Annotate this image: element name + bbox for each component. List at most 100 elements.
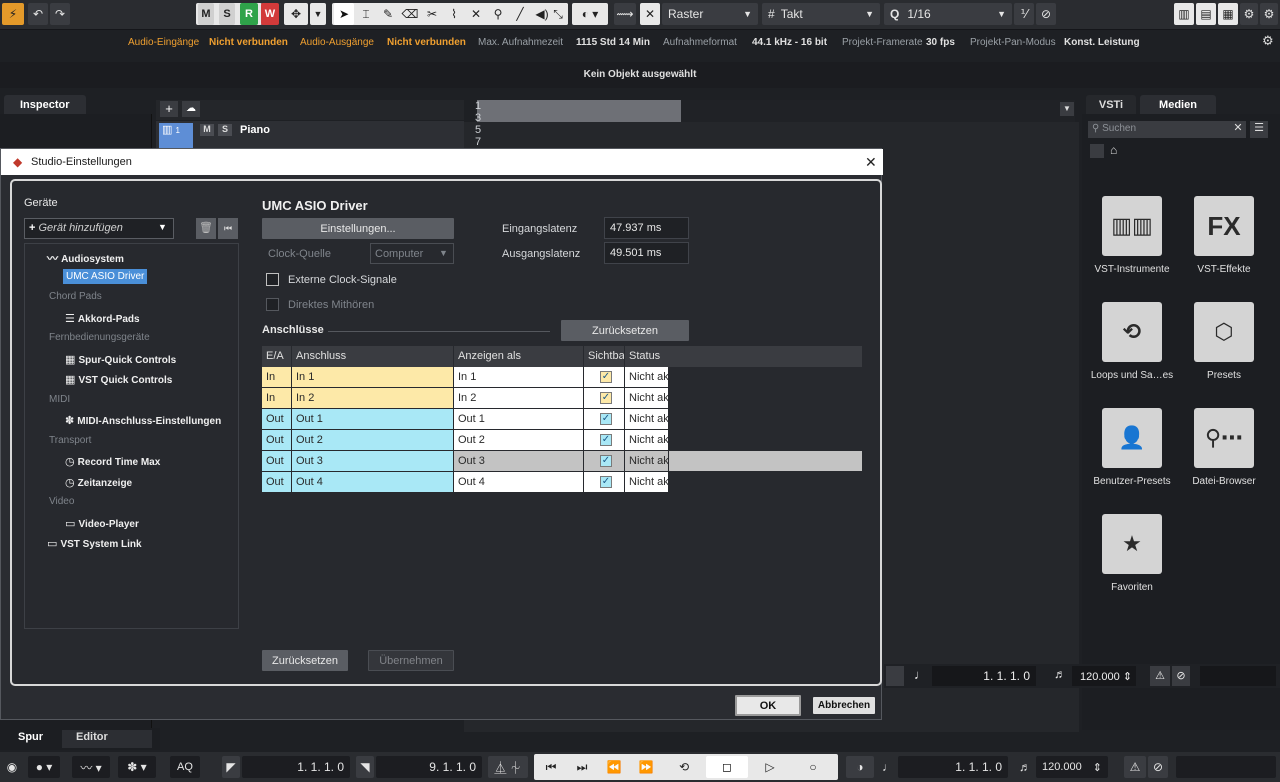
draw-icon[interactable]: ✎ — [378, 3, 398, 25]
column-header[interactable]: E/A — [262, 346, 292, 367]
media-item[interactable]: ⚲⋯ Datei-Browser — [1179, 408, 1269, 487]
glue-icon[interactable]: ⌇ — [444, 3, 464, 25]
visible-checkbox[interactable]: ✓ — [600, 455, 612, 467]
punch-icon[interactable]: ⏅ ⏆ — [488, 756, 528, 778]
cycle-icon[interactable]: ⟲ — [668, 756, 700, 778]
table-row[interactable]: Out Out 3 Out 3 ✓ Nicht ak — [262, 451, 863, 472]
audio-in-value[interactable]: Nicht verbunden — [209, 37, 288, 48]
zoom-icon[interactable]: ⚲ — [488, 3, 508, 25]
color-tool-icon[interactable]: ⤡ — [548, 3, 568, 25]
marker-icon[interactable] — [886, 666, 904, 686]
ok-button[interactable]: OK — [735, 695, 801, 716]
automation-dropdown-icon[interactable]: ▼ — [310, 3, 326, 25]
lower-zone-toggle-icon[interactable]: ▤ — [1196, 3, 1216, 25]
device-item[interactable]: ▦ Spur-Quick Controls — [65, 353, 176, 366]
redo-icon[interactable]: ↷ — [50, 3, 70, 25]
read-button[interactable]: R — [240, 3, 258, 25]
erase-icon[interactable]: ⌫ — [400, 3, 420, 25]
column-header[interactable]: Status — [625, 346, 863, 367]
metronome-button-icon[interactable]: ⚠ — [1124, 756, 1146, 778]
device-item-selected[interactable]: UMC ASIO Driver — [63, 268, 148, 284]
line-icon[interactable]: ╱ — [510, 3, 530, 25]
track-row[interactable]: ▥ 1 M S Piano — [156, 121, 464, 149]
apply-button[interactable]: Übernehmen — [368, 650, 454, 671]
left-locator-icon[interactable]: ◤ — [222, 756, 240, 778]
visible-checkbox[interactable]: ✓ — [600, 413, 612, 425]
forward-icon[interactable]: ⏩ — [632, 756, 660, 778]
aq-button[interactable]: AQ — [170, 756, 200, 778]
media-item[interactable]: ▥▥ VST-Instrumente — [1087, 196, 1177, 275]
left-locator-display[interactable]: 1. 1. 1. 0 — [242, 756, 350, 778]
automation-mode-icon[interactable]: ✥ — [284, 3, 308, 25]
device-item[interactable]: ◷ Record Time Max — [65, 455, 160, 468]
grid-type-select[interactable]: Raster ▼ — [662, 3, 758, 25]
device-item[interactable]: ◷ Zeitanzeige — [65, 476, 132, 489]
table-row[interactable]: Out Out 4 Out 4 ✓ Nicht ak — [262, 472, 863, 493]
track-mute-button[interactable]: M — [200, 124, 214, 136]
info-bar-settings-icon[interactable]: ⚙ — [1262, 33, 1274, 49]
grid-unit-select[interactable]: # Takt ▼ — [762, 3, 880, 25]
device-item[interactable]: ☰ Akkord-Pads — [65, 312, 140, 325]
tab-vsti[interactable]: VSTi — [1086, 95, 1136, 115]
activity-icon[interactable]: ◉ — [2, 756, 22, 778]
setup-icon[interactable]: ⚙ — [1260, 3, 1278, 25]
quantize-select[interactable]: Q 1/16 ▼ — [884, 3, 1012, 25]
pan-mode-value[interactable]: Konst. Leistung — [1064, 37, 1140, 48]
media-item[interactable]: ⬡ Presets — [1179, 302, 1269, 381]
table-row[interactable]: In In 2 In 2 ✓ Nicht ak — [262, 388, 863, 409]
right-locator-display[interactable]: 9. 1. 1. 0 — [376, 756, 482, 778]
audio-out-value[interactable]: Nicht verbunden — [387, 37, 466, 48]
go-to-end-icon[interactable]: ⏭ — [568, 756, 596, 778]
track-preset-icon[interactable]: ☁ — [182, 101, 200, 117]
go-to-start-icon[interactable]: ⏮ — [537, 756, 565, 778]
reset-button[interactable]: Zurücksetzen — [262, 650, 348, 671]
right-zone-toggle-icon[interactable]: ▦ — [1218, 3, 1238, 25]
apply-quantize-icon[interactable]: ⊘ — [1036, 3, 1056, 25]
extra-bottom-display[interactable] — [1176, 756, 1276, 778]
delete-device-icon[interactable]: 🗑 — [196, 218, 216, 239]
record-mode-select[interactable]: ● ▾ — [28, 756, 60, 778]
media-item[interactable]: 👤 Benutzer-Presets — [1087, 408, 1177, 487]
mute-tool-icon[interactable]: ✕ — [466, 3, 486, 25]
cancel-button[interactable]: Abbrechen — [813, 697, 875, 714]
column-header[interactable]: Anzeigen als — [454, 346, 584, 367]
metronome-icon[interactable]: ⚠ — [1150, 666, 1170, 686]
midi-activity-icon[interactable]: ✽ ▾ — [118, 756, 156, 778]
left-zone-toggle-icon[interactable]: ▥ — [1174, 3, 1194, 25]
position-display[interactable]: 1. 1. 1. 0 — [898, 756, 1008, 778]
clock-source-select[interactable]: Computer ▼ — [370, 243, 454, 264]
play-icon[interactable]: ▷ — [752, 756, 788, 778]
home-icon[interactable]: ⌂ — [1110, 143, 1117, 157]
write-button[interactable]: W — [261, 3, 279, 25]
device-item[interactable]: ▭ Video-Player — [65, 517, 139, 530]
reset-device-icon[interactable]: ⏮ — [218, 218, 238, 239]
track-solo-button[interactable]: S — [218, 124, 232, 136]
audio-performance-icon[interactable]: 〰 ▾ — [72, 756, 110, 778]
acoustic-feedback-icon[interactable]: ◐ ▾ — [572, 3, 608, 25]
column-header[interactable]: Sichtba — [584, 346, 625, 367]
table-row[interactable]: Out Out 2 Out 2 ✓ Nicht ak — [262, 430, 863, 451]
cubase-logo-icon[interactable]: ⚡ — [2, 3, 24, 25]
media-item[interactable]: ★ Favoriten — [1087, 514, 1177, 593]
marker-nav-icon[interactable]: ◑ — [846, 756, 874, 778]
record-icon[interactable]: ○ — [794, 756, 832, 778]
undo-icon[interactable]: ↶ — [28, 3, 48, 25]
column-header[interactable]: Anschluss — [292, 346, 454, 367]
visible-checkbox[interactable]: ✓ — [600, 476, 612, 488]
reset-ports-button[interactable]: Zurücksetzen — [561, 320, 689, 341]
stop-icon[interactable]: ◻ — [706, 756, 748, 778]
tempo-display-upper[interactable]: 120.000 ⇕ — [1072, 666, 1136, 686]
snap-type-icon[interactable]: ✕ — [640, 3, 660, 25]
range-select-icon[interactable]: ⌶ — [356, 3, 376, 25]
close-icon[interactable]: ✕ — [865, 149, 877, 175]
setup-window-icon[interactable]: ⚙ — [1240, 3, 1258, 25]
extra-display[interactable] — [1200, 666, 1276, 686]
device-item[interactable]: 〰 Audiosystem — [47, 250, 124, 266]
rewind-icon[interactable]: ⏪ — [600, 756, 628, 778]
click-off-icon[interactable]: ⊘ — [1172, 666, 1190, 686]
framerate-value[interactable]: 30 fps — [926, 37, 955, 48]
media-search-input[interactable]: ⚲ Suchen — [1088, 121, 1234, 138]
media-item[interactable]: ⟲ Loops und Sa…es — [1087, 302, 1177, 381]
record-format-value[interactable]: 44.1 kHz - 16 bit — [752, 37, 827, 48]
visible-checkbox[interactable]: ✓ — [600, 434, 612, 446]
